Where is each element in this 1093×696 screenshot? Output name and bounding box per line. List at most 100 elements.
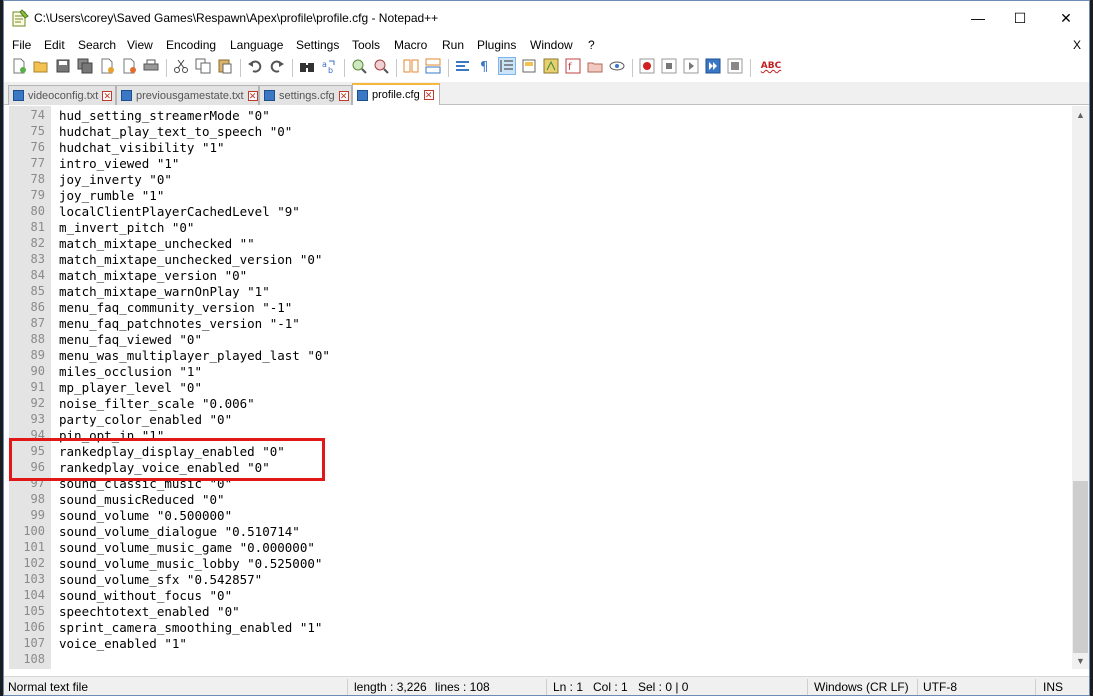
paste-icon[interactable] xyxy=(216,57,234,75)
line-text[interactable]: voice_enabled "1" xyxy=(59,636,187,651)
line-text[interactable]: miles_occlusion "1" xyxy=(59,364,202,379)
line-text[interactable]: sound_volume_music_lobby "0.525000" xyxy=(59,556,322,571)
svg-text:b: b xyxy=(328,66,333,74)
scrollbar-thumb[interactable] xyxy=(1073,481,1088,653)
new-file-icon[interactable] xyxy=(10,57,28,75)
indent-guide-icon[interactable] xyxy=(498,57,516,75)
save-macro-icon[interactable] xyxy=(726,57,744,75)
cut-icon[interactable] xyxy=(172,57,190,75)
menu-macro[interactable]: Macro xyxy=(394,38,427,52)
open-file-icon[interactable] xyxy=(32,57,50,75)
tab-close-icon[interactable]: ✕ xyxy=(338,90,349,101)
zoom-out-icon[interactable] xyxy=(372,57,390,75)
menu-edit[interactable]: Edit xyxy=(44,38,65,52)
close-window-button[interactable]: ✕ xyxy=(1043,1,1089,35)
tab-label: previousgamestate.txt xyxy=(136,89,244,102)
tab-videoconfig[interactable]: videoconfig.txt ✕ xyxy=(8,85,116,105)
line-text[interactable]: menu_faq_viewed "0" xyxy=(59,332,202,347)
save-icon[interactable] xyxy=(54,57,72,75)
redo-icon[interactable] xyxy=(268,57,286,75)
minimize-button[interactable]: — xyxy=(955,1,1001,35)
document-list-icon[interactable] xyxy=(586,57,604,75)
menu-tools[interactable]: Tools xyxy=(352,38,380,52)
find-icon[interactable] xyxy=(298,57,316,75)
line-number: 89 xyxy=(30,348,45,362)
line-text[interactable]: noise_filter_scale "0.006" xyxy=(59,396,255,411)
sync-vertical-icon[interactable] xyxy=(402,57,420,75)
line-text[interactable]: intro_viewed "1" xyxy=(59,156,179,171)
line-text[interactable]: hudchat_play_text_to_speech "0" xyxy=(59,124,292,139)
line-text[interactable]: sound_musicReduced "0" xyxy=(59,492,225,507)
monitoring-icon[interactable] xyxy=(608,57,626,75)
maximize-button[interactable]: ☐ xyxy=(997,1,1043,35)
line-text[interactable]: joy_rumble "1" xyxy=(59,188,164,203)
menu-help[interactable]: ? xyxy=(588,38,595,52)
tab-close-icon[interactable]: ✕ xyxy=(247,90,258,101)
line-text[interactable]: m_invert_pitch "0" xyxy=(59,220,194,235)
line-text[interactable]: party_color_enabled "0" xyxy=(59,412,232,427)
close-icon[interactable] xyxy=(98,57,116,75)
line-text[interactable]: speechtotext_enabled "0" xyxy=(59,604,240,619)
function-list-icon[interactable] xyxy=(542,57,560,75)
line-number: 76 xyxy=(30,140,45,154)
line-text[interactable]: menu_faq_patchnotes_version "-1" xyxy=(59,316,300,331)
line-text[interactable]: sprint_camera_smoothing_enabled "1" xyxy=(59,620,322,635)
line-text[interactable]: localClientPlayerCachedLevel "9" xyxy=(59,204,300,219)
word-wrap-icon[interactable] xyxy=(454,57,472,75)
line-text[interactable]: sound_volume_dialogue "0.510714" xyxy=(59,524,300,539)
menu-search[interactable]: Search xyxy=(78,38,116,52)
scroll-down-icon[interactable]: ▼ xyxy=(1072,652,1089,669)
scroll-up-icon[interactable]: ▲ xyxy=(1072,106,1089,123)
menu-file[interactable]: File xyxy=(12,38,31,52)
menu-view[interactable]: View xyxy=(127,38,153,52)
run-macro-multiple-icon[interactable] xyxy=(704,57,722,75)
menu-settings[interactable]: Settings xyxy=(296,38,339,52)
line-text[interactable]: sound_volume_music_game "0.000000" xyxy=(59,540,315,555)
tab-close-icon[interactable]: ✕ xyxy=(102,90,113,101)
line-text[interactable]: match_mixtape_warnOnPlay "1" xyxy=(59,284,270,299)
menu-window[interactable]: Window xyxy=(530,38,573,52)
tab-previousgamestate[interactable]: previousgamestate.txt ✕ xyxy=(116,85,259,105)
doc-map-icon[interactable] xyxy=(520,57,538,75)
sync-horizontal-icon[interactable] xyxy=(424,57,442,75)
line-text[interactable]: sound_volume_sfx "0.542857" xyxy=(59,572,262,587)
zoom-in-icon[interactable] xyxy=(350,57,368,75)
highlight-box xyxy=(9,438,325,481)
copy-icon[interactable] xyxy=(194,57,212,75)
line-text[interactable]: match_mixtape_version "0" xyxy=(59,268,247,283)
menu-language[interactable]: Language xyxy=(230,38,283,52)
replace-icon[interactable]: ab xyxy=(320,57,338,75)
tab-settings[interactable]: settings.cfg ✕ xyxy=(259,85,352,105)
line-text[interactable]: match_mixtape_unchecked_version "0" xyxy=(59,252,322,267)
line-text[interactable]: mp_player_level "0" xyxy=(59,380,202,395)
line-number: 86 xyxy=(30,300,45,314)
tab-profile[interactable]: profile.cfg ✕ xyxy=(352,83,440,105)
folder-as-workspace-icon[interactable]: f xyxy=(564,57,582,75)
close-document-x[interactable]: X xyxy=(1073,38,1081,52)
line-number: 99 xyxy=(30,508,45,522)
menu-encoding[interactable]: Encoding xyxy=(166,38,216,52)
line-text[interactable]: sound_volume "0.500000" xyxy=(59,508,232,523)
print-icon[interactable] xyxy=(142,57,160,75)
tab-close-icon[interactable]: ✕ xyxy=(423,90,434,100)
file-saved-icon xyxy=(357,89,368,101)
line-text[interactable]: sound_without_focus "0" xyxy=(59,588,232,603)
show-all-chars-icon[interactable]: ¶ xyxy=(476,57,494,75)
undo-icon[interactable] xyxy=(246,57,264,75)
stop-macro-icon[interactable] xyxy=(660,57,678,75)
text-editor[interactable]: 74 hud_setting_streamerMode "0" 75 hudchat_… xyxy=(9,106,1072,669)
record-macro-icon[interactable] xyxy=(638,57,656,75)
line-text[interactable]: hud_setting_streamerMode "0" xyxy=(59,108,270,123)
line-text[interactable]: menu_faq_community_version "-1" xyxy=(59,300,292,315)
spell-check-icon[interactable]: ABC xyxy=(758,57,784,75)
save-all-icon[interactable] xyxy=(76,57,94,75)
close-all-icon[interactable] xyxy=(120,57,138,75)
line-text[interactable]: hudchat_visibility "1" xyxy=(59,140,225,155)
line-text[interactable]: joy_inverty "0" xyxy=(59,172,172,187)
menu-plugins[interactable]: Plugins xyxy=(477,38,516,52)
play-macro-icon[interactable] xyxy=(682,57,700,75)
line-text[interactable]: match_mixtape_unchecked "" xyxy=(59,236,255,251)
line-text[interactable]: menu_was_multiplayer_played_last "0" xyxy=(59,348,330,363)
menu-run[interactable]: Run xyxy=(442,38,464,52)
vertical-scrollbar[interactable]: ▲ ▼ xyxy=(1072,106,1089,669)
